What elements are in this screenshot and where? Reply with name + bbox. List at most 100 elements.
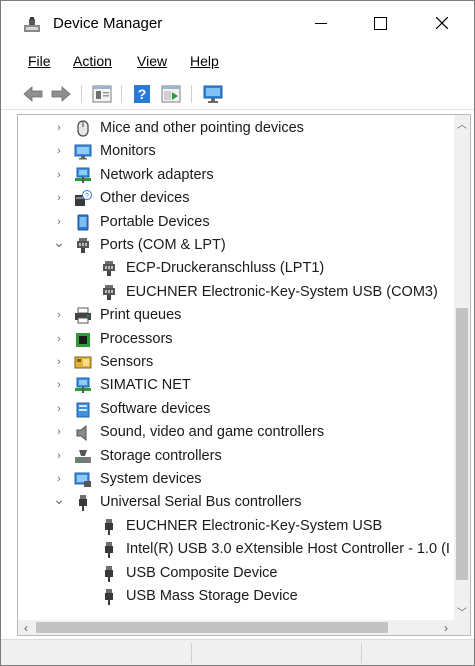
maximize-button[interactable] [357, 1, 403, 45]
status-bar [1, 639, 474, 665]
update-driver-button[interactable] [159, 82, 183, 106]
device-tree[interactable]: › Mice and other pointing devices › Monitor… [18, 115, 454, 620]
tree-item-label: Ports (COM & LPT) [100, 237, 226, 253]
menu-action[interactable]: Action [71, 53, 114, 69]
vertical-scroll-thumb[interactable] [456, 308, 468, 580]
menu-action-label: Action [73, 53, 112, 69]
close-button[interactable] [419, 1, 465, 45]
scan-hardware-button[interactable] [201, 82, 225, 106]
tree-category-item[interactable]: › Storage controllers [18, 445, 454, 468]
help-icon: ? [134, 85, 150, 103]
status-bar-separator [191, 643, 192, 663]
tree-device-item[interactable]: USB Composite Device [18, 562, 454, 585]
processor-icon [76, 332, 90, 347]
menu-view[interactable]: View [135, 53, 169, 69]
status-bar-separator [361, 643, 362, 663]
expand-chevron-icon[interactable]: › [54, 308, 64, 322]
tree-category-item[interactable]: › System devices [18, 468, 454, 491]
tree-item-label: Processors [100, 330, 173, 347]
minimize-button[interactable] [298, 1, 344, 45]
chevron-right-icon: › [444, 620, 448, 635]
close-icon [436, 17, 448, 29]
update-driver-icon [161, 85, 181, 103]
tree-device-item[interactable]: USB Mass Storage Device [18, 585, 454, 608]
tree-category-item[interactable]: › Software devices [18, 398, 454, 421]
tree-category-item[interactable]: › Network adapters [18, 164, 454, 187]
tree-device-item[interactable]: EUCHNER Electronic-Key-System USB [18, 515, 454, 538]
tree-category-item[interactable]: › Monitors [18, 140, 454, 163]
maximize-icon [373, 16, 387, 30]
collapse-chevron-icon[interactable]: ⌄ [53, 234, 65, 250]
expand-chevron-icon[interactable]: › [54, 355, 64, 369]
tree-item-label: Other devices [100, 190, 190, 207]
menu-help[interactable]: Help [188, 53, 221, 69]
forward-button[interactable] [49, 82, 73, 106]
usb-icon [105, 565, 113, 582]
tree-item-label: Software devices [100, 400, 211, 417]
tree-category-item[interactable]: › SIMATIC NET [18, 374, 454, 397]
mouse-icon [77, 120, 89, 137]
tree-category-item[interactable]: › Mice and other pointing devices [18, 117, 454, 140]
properties-button[interactable] [90, 82, 114, 106]
device-tree-panel: › Mice and other pointing devices › Monitor… [17, 114, 471, 636]
port-icon [103, 261, 115, 277]
menu-help-label: Help [190, 53, 219, 69]
expand-chevron-icon[interactable]: › [54, 332, 64, 346]
expand-chevron-icon[interactable]: › [54, 144, 64, 158]
scroll-up-button[interactable]: ︿ [454, 115, 470, 132]
device-manager-window: Device Manager File Action View Help ? ›… [0, 0, 475, 666]
tree-category-item[interactable]: ⌄ Ports (COM & LPT) [18, 234, 454, 257]
sensor-icon [74, 356, 92, 369]
vertical-scrollbar[interactable]: ︿ ﹀ [454, 115, 470, 620]
expand-chevron-icon[interactable]: › [54, 449, 64, 463]
tree-category-item[interactable]: ⌄ Universal Serial Bus controllers [18, 491, 454, 514]
menu-bar: File Action View Help [1, 51, 474, 73]
menu-file-label: File [28, 53, 51, 69]
scroll-left-button[interactable]: ‹ [18, 620, 34, 635]
horizontal-scroll-thumb[interactable] [36, 622, 388, 633]
tree-category-item[interactable]: › Processors [18, 328, 454, 351]
tree-category-item[interactable]: › Sound, video and game controllers [18, 421, 454, 444]
horizontal-scrollbar[interactable]: ‹ › [18, 620, 454, 635]
printer-icon [75, 307, 91, 324]
chevron-up-icon: ︿ [457, 120, 467, 131]
tree-item-label: USB Mass Storage Device [126, 588, 298, 604]
help-button[interactable]: ? [130, 82, 154, 106]
expand-chevron-icon[interactable]: › [54, 121, 64, 135]
speaker-icon [76, 425, 87, 442]
svg-text:?: ? [85, 193, 89, 200]
tree-category-item[interactable]: ›? Other devices [18, 187, 454, 210]
tree-item-label: Storage controllers [100, 447, 222, 464]
tree-category-item[interactable]: › Print queues [18, 304, 454, 327]
tree-category-item[interactable]: › Portable Devices [18, 211, 454, 234]
tree-device-item[interactable]: Intel(R) USB 3.0 eXtensible Host Control… [18, 538, 454, 561]
scroll-down-button[interactable]: ﹀ [454, 603, 470, 620]
expand-chevron-icon[interactable]: › [54, 168, 64, 182]
expand-chevron-icon[interactable]: › [54, 472, 64, 486]
tree-item-label: Universal Serial Bus controllers [100, 494, 302, 511]
title-bar[interactable]: Device Manager [1, 1, 474, 45]
menu-file[interactable]: File [26, 53, 53, 69]
network-adapter-icon [75, 377, 91, 394]
tree-category-item[interactable]: › Sensors [18, 351, 454, 374]
tree-item-label: Print queues [100, 307, 182, 324]
usb-icon [105, 589, 113, 605]
network-adapter-icon [75, 167, 91, 183]
tree-item-label: Sensors [100, 354, 154, 370]
chevron-left-icon: ‹ [24, 620, 28, 635]
collapse-chevron-icon[interactable]: ⌄ [53, 491, 65, 507]
tree-item-label: Sound, video and game controllers [100, 424, 325, 441]
tree-item-label: Network adapters [100, 166, 214, 183]
tree-item-label: EUCHNER Electronic-Key-System USB [126, 517, 383, 534]
portable-device-icon [77, 214, 89, 231]
tree-device-item[interactable]: ECP-Druckeranschluss (LPT1) [18, 257, 454, 280]
expand-chevron-icon[interactable]: › [54, 378, 64, 392]
expand-chevron-icon[interactable]: › [54, 215, 64, 229]
expand-chevron-icon[interactable]: › [54, 191, 64, 205]
scroll-right-button[interactable]: › [438, 620, 454, 635]
back-button[interactable] [21, 82, 45, 106]
expand-chevron-icon[interactable]: › [54, 425, 64, 439]
tree-device-item[interactable]: EUCHNER Electronic-Key-System USB (COM3) [18, 281, 454, 304]
expand-chevron-icon[interactable]: › [54, 402, 64, 416]
tree-item-label: SIMATIC NET [100, 377, 191, 394]
